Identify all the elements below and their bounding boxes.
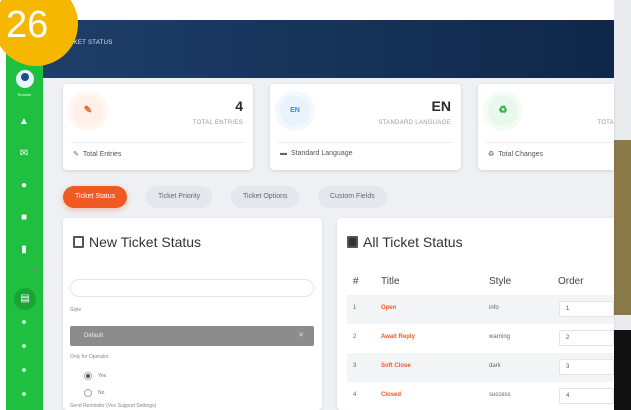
menu-dot-icon[interactable] — [22, 368, 26, 372]
mail-icon[interactable]: ✉ — [17, 148, 31, 160]
row-order-input[interactable]: 1 — [559, 301, 614, 317]
operator-yes-label: Yes — [98, 373, 107, 379]
document-icon[interactable]: ▮ — [17, 244, 31, 256]
style-label: Style — [70, 307, 82, 313]
table-row: 3 Soft Close dark 3 — [347, 353, 614, 382]
pencil-icon: ✎ — [73, 96, 103, 126]
stat-caption: TOTAL ENTRIES — [192, 120, 243, 126]
title-input[interactable] — [70, 279, 314, 297]
stat-footer-label: Total Changes — [498, 151, 544, 158]
panel-title-text: New Ticket Status — [89, 234, 202, 250]
right-photo-strip — [614, 140, 631, 315]
tab-ticket-options[interactable]: Ticket Options — [231, 186, 300, 208]
row-order-input[interactable]: 2 — [559, 330, 614, 346]
row-order-input[interactable]: 4 — [559, 388, 614, 404]
page-header: TICKET STATUS — [43, 20, 614, 78]
row-number: 2 — [353, 334, 357, 340]
menu-dot-icon[interactable] — [22, 320, 26, 324]
panel-title: All Ticket Status — [347, 234, 463, 250]
stat-footer: ▬ Standard Language — [280, 150, 353, 157]
operator-no-label: No — [98, 390, 105, 396]
table-row: 1 Open info 1 — [347, 295, 614, 324]
style-select-value: Default — [84, 333, 104, 339]
menu-dot-icon[interactable] — [22, 392, 26, 396]
pencil-icon: ✎ — [73, 151, 79, 158]
form-icon — [73, 236, 84, 248]
right-dark-strip — [614, 330, 631, 410]
operator-yes-radio[interactable] — [84, 372, 92, 380]
operator-no-radio[interactable] — [84, 389, 92, 397]
changes-icon: ♻ — [488, 96, 518, 126]
column-header-num: # — [353, 276, 359, 287]
title-label: Title — [28, 268, 38, 274]
stat-card-changes: ♻ TOTA ♻ Total Changes — [478, 84, 614, 170]
row-order-input[interactable]: 3 — [559, 359, 614, 375]
row-title-link[interactable]: Open — [381, 305, 396, 311]
language-icon: ▬ — [280, 150, 287, 157]
dashboard-icon[interactable]: ▲ — [17, 116, 31, 128]
badge-number: 26 — [6, 4, 49, 46]
row-style: success — [489, 392, 511, 398]
stat-value: 4 — [235, 98, 243, 114]
row-style: warning — [489, 334, 511, 340]
row-style: info — [489, 305, 499, 311]
new-ticket-status-panel: New Ticket Status — [63, 218, 322, 410]
row-number: 1 — [353, 305, 357, 311]
stat-footer: ♻ Total Changes — [488, 150, 543, 158]
row-number: 3 — [353, 363, 357, 369]
list-icon — [347, 236, 358, 248]
divider — [278, 142, 453, 143]
sidebar: Rooshe ▲ ✉ ● ■ ▮ ▤ — [6, 20, 43, 410]
menu-dot-icon[interactable] — [22, 344, 26, 348]
stat-footer: ✎ Total Entries — [73, 150, 121, 158]
reminder-label: Send Reminder (Vev Support Settings) — [70, 403, 157, 409]
table-row: 4 Closed success 4 — [347, 382, 614, 410]
row-title-link[interactable]: Soft Close — [381, 363, 411, 369]
panel-title: New Ticket Status — [73, 234, 201, 250]
column-header-title: Title — [381, 276, 400, 287]
tab-ticket-status[interactable]: Ticket Status — [63, 186, 128, 208]
stat-value: EN — [431, 98, 451, 114]
stat-card-entries: ✎ 4 TOTAL ENTRIES ✎ Total Entries — [63, 84, 253, 170]
stat-caption: TOTA — [597, 120, 614, 126]
row-title-link[interactable]: Closed — [381, 392, 401, 398]
column-header-order: Order — [558, 276, 584, 287]
stat-caption: STANDARD LANGUAGE — [378, 120, 451, 126]
row-title-link[interactable]: Await Reply — [381, 334, 415, 340]
screenshot-frame: Rooshe ▲ ✉ ● ■ ▮ ▤ TICKET STATUS ✎ 4 TOT… — [0, 0, 631, 410]
stat-card-language: EN EN STANDARD LANGUAGE ▬ Standard Langua… — [270, 84, 461, 170]
row-style: dark — [489, 363, 501, 369]
ticket-icon[interactable]: ■ — [17, 212, 31, 224]
column-header-style: Style — [489, 276, 512, 287]
chat-icon[interactable]: ● — [17, 180, 31, 192]
tab-ticket-priority[interactable]: Ticket Priority — [146, 186, 213, 208]
stat-footer-label: Standard Language — [291, 150, 353, 157]
tab-custom-fields[interactable]: Custom Fields — [318, 186, 387, 208]
table-row: 2 Await Reply warning 2 — [347, 324, 614, 353]
operator-label: Only for Operator — [70, 354, 109, 360]
close-icon: ✕ — [298, 332, 304, 339]
user-avatar[interactable] — [16, 70, 34, 88]
language-icon: EN — [280, 96, 310, 126]
panel-title-text: All Ticket Status — [363, 234, 463, 250]
divider — [71, 142, 245, 143]
row-number: 4 — [353, 392, 357, 398]
sidebar-user-label: Rooshe — [17, 92, 32, 97]
changes-icon: ♻ — [488, 151, 495, 158]
style-select[interactable]: Default ✕ — [70, 326, 314, 346]
stat-footer-label: Total Entries — [82, 151, 122, 158]
settings-icon[interactable]: ▤ — [14, 288, 36, 310]
divider — [486, 142, 614, 143]
